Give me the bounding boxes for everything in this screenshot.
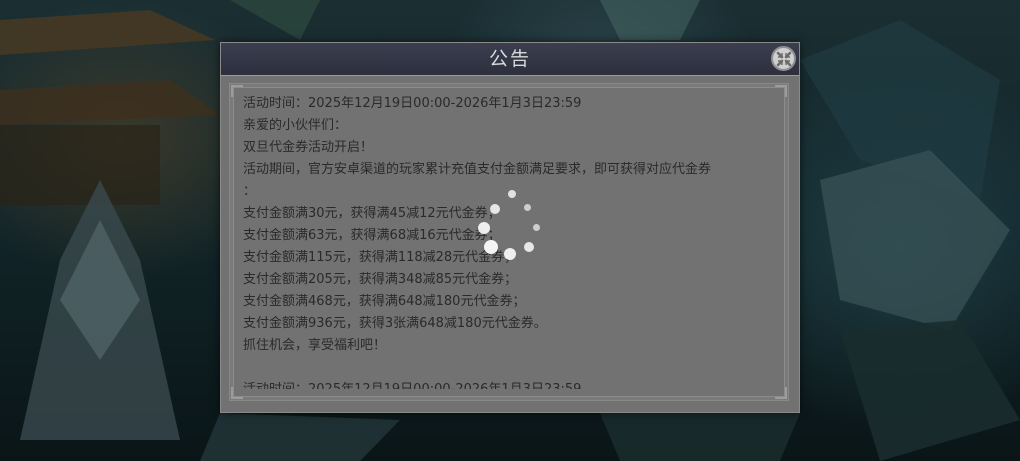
close-button[interactable]: [771, 46, 796, 71]
spinner-dot: [490, 204, 500, 214]
spinner-dot: [524, 242, 534, 252]
spinner-dot: [484, 240, 498, 254]
spinner-dot: [524, 204, 531, 211]
dialog-header: 公告: [221, 43, 799, 76]
close-icon: [776, 51, 791, 66]
spinner-dot: [478, 222, 490, 234]
notice-line: [243, 357, 783, 379]
notice-line: 支付金额满936元，获得3张满648减180元代金券。: [243, 316, 547, 331]
frame-corner-ornament: [231, 387, 243, 399]
spinner-dot: [504, 248, 516, 260]
dialog-title: 公告: [488, 48, 531, 70]
frame-corner-ornament: [231, 85, 243, 97]
notice-line: 双旦代金券活动开启！: [243, 140, 374, 155]
spinner-dot: [508, 190, 516, 198]
notice-line: 活动时间：2025年12月19日00:00-2026年1月3日23:59: [243, 96, 582, 111]
loading-spinner-icon: [470, 190, 550, 270]
notice-line: 抓住机会，享受福利吧！: [243, 338, 387, 353]
notice-line: 活动时间：2025年12月19日00:00-2026年1月3日23:59: [243, 379, 783, 389]
notice-line: 支付金额满205元，获得满348减85元代金券；: [243, 272, 518, 287]
spinner-dot: [533, 224, 540, 231]
notice-line: 活动期间，官方安卓渠道的玩家累计充值支付金额满足要求，即可获得对应代金券: [243, 162, 712, 177]
notice-line: 亲爱的小伙伴们：: [243, 118, 348, 133]
notice-line: 支付金额满468元，获得满648减180元代金券；: [243, 294, 526, 309]
